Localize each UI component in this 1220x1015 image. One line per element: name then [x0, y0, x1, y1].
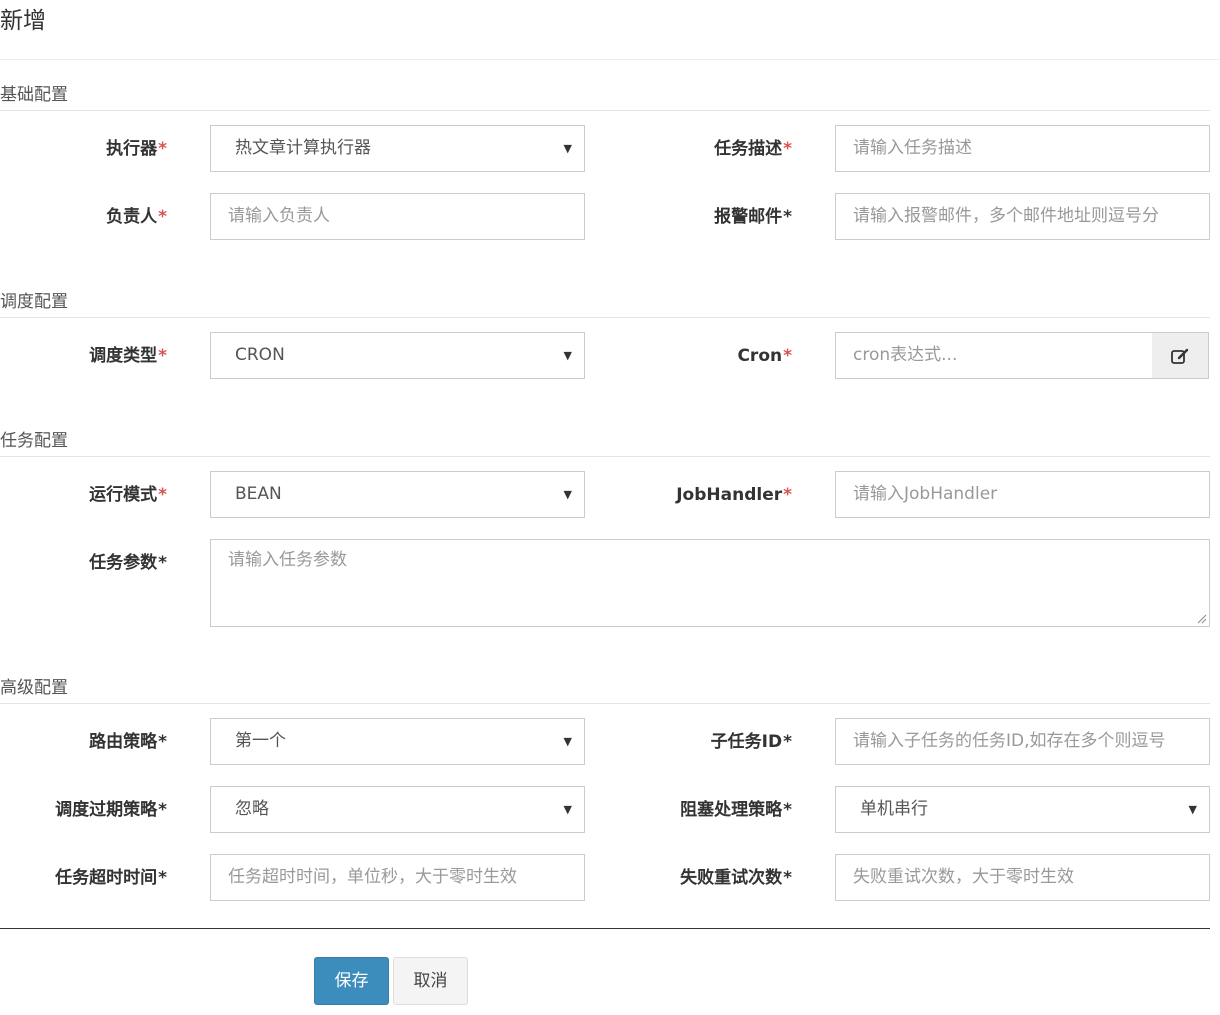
cancel-button[interactable]: 取消 [393, 957, 468, 1005]
timeout-input[interactable]: 任务超时时间，单位秒，大于零时生效 [210, 854, 585, 901]
task-params-label: 任务参数* [89, 553, 167, 573]
resize-grip-icon[interactable] [1197, 614, 1207, 624]
cron-edit-button[interactable] [1152, 332, 1209, 379]
misfire-strategy-label: 调度过期策略* [55, 800, 167, 820]
title-divider [0, 59, 1220, 60]
owner-label: 负责人* [106, 207, 167, 227]
misfire-strategy-select[interactable]: 忽略 ▼ [210, 786, 585, 833]
executor-select[interactable]: 热文章计算执行器 ▼ [210, 125, 585, 172]
retry-count-label: 失败重试次数* [680, 868, 792, 888]
run-mode-select[interactable]: BEAN ▼ [210, 471, 585, 518]
cron-input[interactable]: cron表达式... [835, 332, 1153, 379]
run-mode-label: 运行模式* [89, 485, 167, 505]
child-task-id-label: 子任务ID* [710, 732, 792, 752]
caret-down-icon: ▼ [563, 803, 572, 816]
retry-count-input[interactable]: 失败重试次数，大于零时生效 [835, 854, 1210, 901]
job-handler-label: JobHandler* [676, 485, 792, 505]
executor-value: 热文章计算执行器 [235, 138, 371, 158]
footer-divider [0, 928, 1210, 929]
block-strategy-label: 阻塞处理策略* [680, 800, 792, 820]
caret-down-icon: ▼ [563, 142, 572, 155]
job-handler-input[interactable]: 请输入JobHandler [835, 471, 1210, 518]
task-desc-label: 任务描述* [714, 139, 792, 159]
route-strategy-value: 第一个 [235, 731, 286, 751]
edit-icon [1171, 348, 1189, 364]
task-desc-input[interactable]: 请输入任务描述 [835, 125, 1210, 172]
modal-title: 新增 [0, 8, 46, 34]
task-params-placeholder: 请输入任务参数 [228, 550, 347, 570]
block-strategy-value: 单机串行 [860, 799, 928, 819]
alarm-email-label: 报警邮件* [714, 207, 792, 227]
schedule-type-select[interactable]: CRON ▼ [210, 332, 585, 379]
save-button[interactable]: 保存 [314, 957, 389, 1005]
section-advanced: 高级配置 [0, 677, 1210, 704]
section-task: 任务配置 [0, 430, 1210, 457]
owner-input[interactable]: 请输入负责人 [210, 193, 585, 240]
caret-down-icon: ▼ [563, 349, 572, 362]
route-strategy-label: 路由策略* [89, 732, 167, 752]
section-basic: 基础配置 [0, 84, 1210, 111]
alarm-email-input[interactable]: 请输入报警邮件，多个邮件地址则逗号分 [835, 193, 1210, 240]
caret-down-icon: ▼ [1188, 803, 1197, 816]
cron-label: Cron* [737, 346, 792, 366]
caret-down-icon: ▼ [563, 488, 572, 501]
caret-down-icon: ▼ [563, 735, 572, 748]
timeout-label: 任务超时时间* [55, 868, 167, 888]
block-strategy-select[interactable]: 单机串行 ▼ [835, 786, 1210, 833]
section-schedule: 调度配置 [0, 291, 1210, 318]
executor-label: 执行器* [106, 139, 167, 159]
task-params-textarea[interactable]: 请输入任务参数 [210, 539, 1210, 627]
run-mode-value: BEAN [235, 484, 282, 504]
schedule-type-value: CRON [235, 345, 285, 365]
misfire-strategy-value: 忽略 [235, 799, 269, 819]
add-job-dialog: 新增 基础配置 执行器* 热文章计算执行器 ▼ 任务描述* 请输入任务描述 负责… [0, 0, 1220, 1015]
child-task-id-input[interactable]: 请输入子任务的任务ID,如存在多个则逗号 [835, 718, 1210, 765]
schedule-type-label: 调度类型* [89, 346, 167, 366]
route-strategy-select[interactable]: 第一个 ▼ [210, 718, 585, 765]
